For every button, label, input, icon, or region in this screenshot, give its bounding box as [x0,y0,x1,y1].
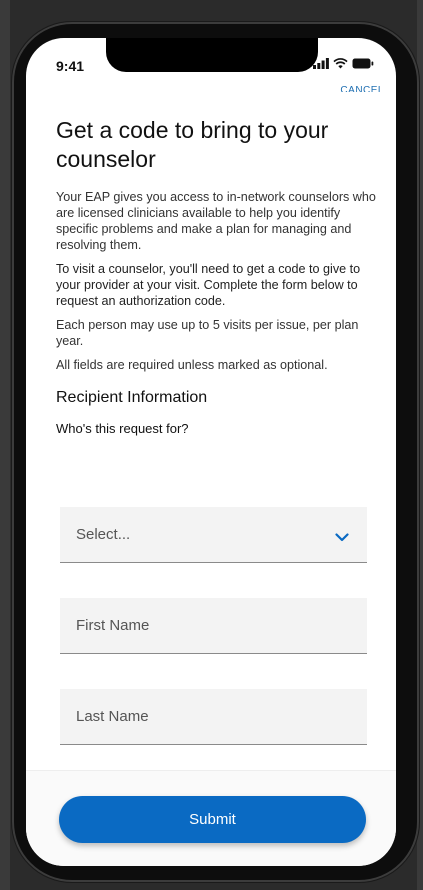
footer-bar: Submit [26,770,396,866]
intro-text: Your EAP gives you access to in-network … [56,190,376,252]
first-name-placeholder: First Name [76,617,150,634]
submit-button[interactable]: Submit [59,796,366,843]
chevron-down-icon [335,529,349,547]
phone-screen: 9:41 CANCEL Get a code to bring to your … [26,38,396,866]
required-fields-note: All fields are required unless marked as… [56,358,328,372]
battery-icon [352,56,374,74]
main-content: Get a code to bring to your counselor Yo… [56,116,376,436]
recipient-question-label: Who's this request for? [56,421,189,436]
status-time: 9:41 [56,58,85,74]
instructions-text: To visit a counselor, you'll need to get… [56,262,361,308]
last-name-field[interactable]: Last Name [60,689,367,745]
last-name-placeholder: Last Name [76,708,149,725]
recipient-select[interactable]: Select... [60,507,367,563]
visit-limit-text: Each person may use up to 5 visits per i… [56,318,359,348]
page-title: Get a code to bring to your counselor [56,117,329,172]
cancel-button[interactable]: CANCEL [340,84,384,92]
recipient-select-value: Select... [76,526,131,543]
first-name-field[interactable]: First Name [60,598,367,654]
notch [106,38,318,72]
wifi-icon [333,56,348,74]
status-icons [313,56,374,74]
background-edge-left [0,0,10,890]
signal-icon [313,56,329,74]
status-bar: 9:41 [26,38,396,82]
section-title: Recipient Information [56,389,208,406]
